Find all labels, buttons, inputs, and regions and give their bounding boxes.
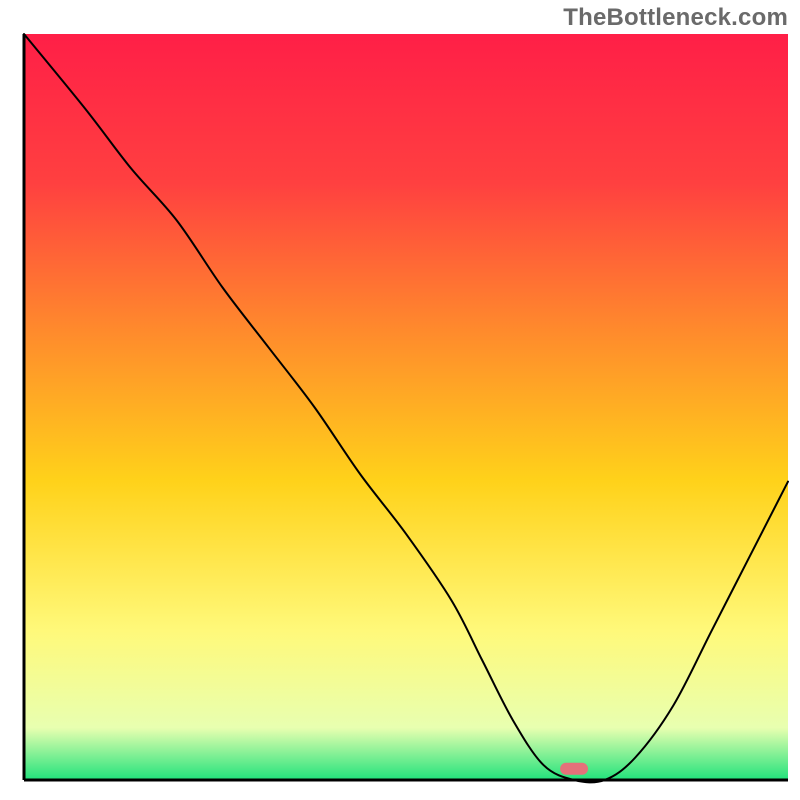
chart-container: TheBottleneck.com	[0, 0, 800, 800]
optimum-marker	[560, 763, 588, 775]
bottleneck-chart	[0, 0, 800, 800]
plot-background	[24, 34, 788, 780]
